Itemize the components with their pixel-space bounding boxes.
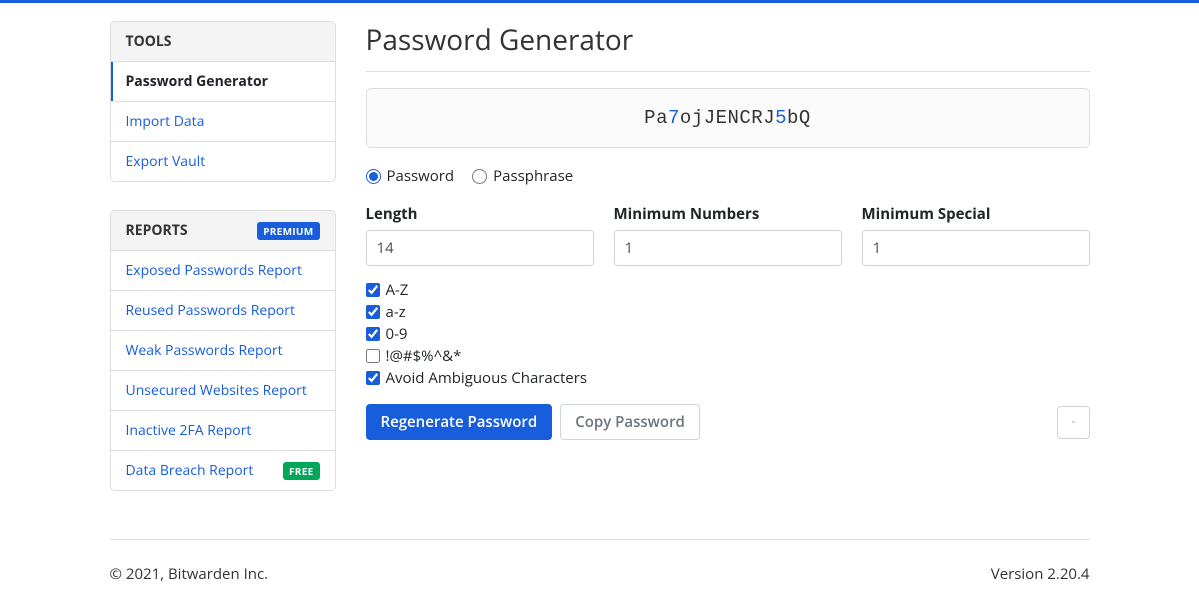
sidebar-item-label: Data Breach Report [126,461,254,480]
check-uppercase-input[interactable] [366,283,380,297]
radio-password[interactable]: Password [366,166,455,186]
check-numbers-input[interactable] [366,327,380,341]
sidebar-item-unsecured-websites[interactable]: Unsecured Websites Report [111,371,335,411]
sidebar-item-reused-passwords[interactable]: Reused Passwords Report [111,291,335,331]
length-field-group: Length [366,204,594,266]
radio-passphrase[interactable]: Passphrase [472,166,573,186]
pw-segment: Pa [644,107,668,129]
min-special-input[interactable] [862,230,1090,266]
check-ambiguous[interactable]: Avoid Ambiguous Characters [366,368,1090,388]
check-ambiguous-input[interactable] [366,371,380,385]
check-numbers[interactable]: 0-9 [366,324,1090,344]
copy-button[interactable]: Copy Password [560,404,700,440]
sidebar-item-label: Export Vault [126,152,206,171]
radio-password-input[interactable] [366,169,381,184]
radio-passphrase-input[interactable] [472,169,487,184]
sidebar-item-label: Password Generator [126,72,268,91]
main-content: Password Generator Pa7ojJENCRJ5bQ Passwo… [366,21,1090,519]
sidebar-item-password-generator[interactable]: Password Generator [111,62,335,102]
sidebar-item-inactive-2fa[interactable]: Inactive 2FA Report [111,411,335,451]
premium-badge: PREMIUM [257,222,319,240]
free-badge: FREE [283,462,320,480]
checkbox-group: A-Z a-z 0-9 !@#$%^&* Avoid Ambiguous Cha… [366,280,1090,388]
sidebar-item-exposed-passwords[interactable]: Exposed Passwords Report [111,251,335,291]
length-input[interactable] [366,230,594,266]
sidebar-item-label: Import Data [126,112,205,131]
sidebar-item-label: Unsecured Websites Report [126,381,307,400]
pw-number: 7 [668,107,680,129]
tools-header: TOOLS [111,22,335,62]
min-numbers-input[interactable] [614,230,842,266]
check-label: A-Z [386,280,409,300]
check-lowercase-input[interactable] [366,305,380,319]
reports-header: REPORTS PREMIUM [111,211,335,251]
pw-segment: ojJENCRJ [680,107,775,129]
min-numbers-field-group: Minimum Numbers [614,204,842,266]
min-special-field-group: Minimum Special [862,204,1090,266]
tools-card: TOOLS Password Generator Import Data Exp… [110,21,336,182]
check-label: a-z [386,302,406,322]
type-radio-group: Password Passphrase [366,166,1090,186]
sidebar: TOOLS Password Generator Import Data Exp… [110,21,336,519]
page-title: Password Generator [366,21,1090,59]
sidebar-item-data-breach[interactable]: Data Breach Report FREE [111,451,335,490]
check-lowercase[interactable]: a-z [366,302,1090,322]
sidebar-item-label: Weak Passwords Report [126,341,283,360]
tools-header-label: TOOLS [126,32,172,51]
numeric-fields-row: Length Minimum Numbers Minimum Special [366,204,1090,266]
check-special-input[interactable] [366,349,380,363]
check-label: !@#$%^&* [386,346,462,366]
footer-copyright: © 2021, Bitwarden Inc. [110,564,269,584]
sidebar-item-import-data[interactable]: Import Data [111,102,335,142]
check-uppercase[interactable]: A-Z [366,280,1090,300]
check-special[interactable]: !@#$%^&* [366,346,1090,366]
reports-header-label: REPORTS [126,221,188,240]
divider [366,71,1090,72]
pw-number: 5 [775,107,787,129]
footer-version: Version 2.20.4 [991,564,1090,584]
check-label: Avoid Ambiguous Characters [386,368,588,388]
sidebar-item-export-vault[interactable]: Export Vault [111,142,335,181]
action-row: Regenerate Password Copy Password [366,404,1090,440]
sidebar-item-weak-passwords[interactable]: Weak Passwords Report [111,331,335,371]
footer: © 2021, Bitwarden Inc. Version 2.20.4 [110,539,1090,614]
generated-password-box: Pa7ojJENCRJ5bQ [366,88,1090,148]
check-label: 0-9 [386,324,408,344]
history-button[interactable] [1057,406,1090,439]
reports-card: REPORTS PREMIUM Exposed Passwords Report… [110,210,336,491]
radio-label: Passphrase [493,166,573,186]
radio-label: Password [387,166,455,186]
history-icon [1072,414,1075,430]
min-special-label: Minimum Special [862,204,1090,224]
pw-segment: bQ [787,107,811,129]
regenerate-button[interactable]: Regenerate Password [366,404,553,440]
sidebar-item-label: Reused Passwords Report [126,301,295,320]
length-label: Length [366,204,594,224]
min-numbers-label: Minimum Numbers [614,204,842,224]
sidebar-item-label: Exposed Passwords Report [126,261,302,280]
sidebar-item-label: Inactive 2FA Report [126,421,252,440]
